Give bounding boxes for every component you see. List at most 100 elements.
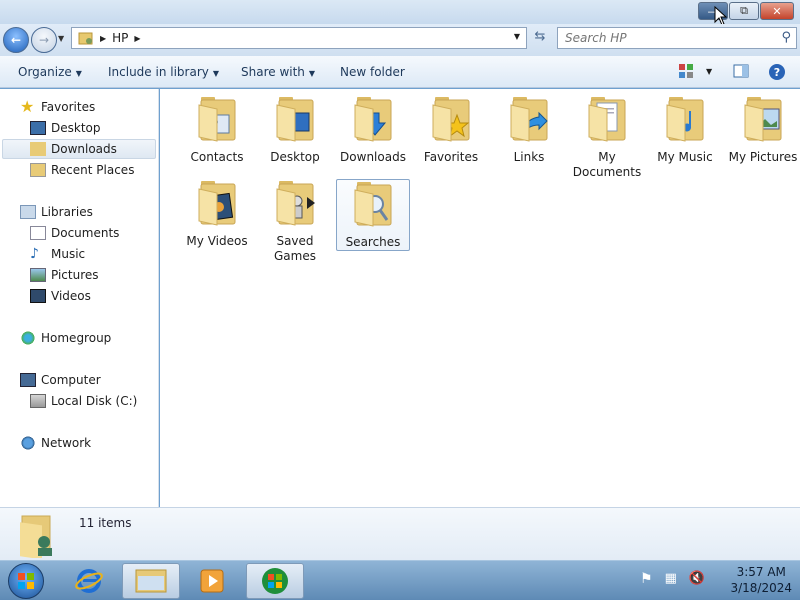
network-icon <box>20 436 36 450</box>
nav-pictures-label: Pictures <box>51 268 99 282</box>
action-center-flag-icon[interactable]: ⚑ <box>640 571 653 587</box>
nav-computer-label: Computer <box>41 373 101 387</box>
desktop-icon <box>30 121 46 135</box>
star-icon: ★ <box>20 97 35 116</box>
file-list: Contacts Desktop Downloads Favorites Links My… <box>160 89 800 507</box>
folder-item-downloads[interactable]: Downloads <box>336 95 410 165</box>
nav-desktop-label: Desktop <box>51 121 101 135</box>
chevron-down-icon: ▼ <box>212 69 220 78</box>
nav-documents-label: Documents <box>51 226 120 240</box>
include-in-library-button[interactable]: Include in library ▼ <box>108 65 219 79</box>
links-icon <box>510 97 548 142</box>
nav-downloads[interactable]: Downloads <box>2 139 156 159</box>
view-dropdown-icon[interactable]: ▼ <box>706 67 712 76</box>
recent-pages-dropdown[interactable]: ▼ <box>58 34 64 43</box>
nav-recent-places[interactable]: Recent Places <box>30 160 134 180</box>
preview-pane-button[interactable] <box>733 63 749 79</box>
nav-network[interactable]: Network <box>20 433 91 453</box>
folder-item-contacts[interactable]: Contacts <box>180 95 254 165</box>
nav-libraries[interactable]: Libraries <box>20 202 93 222</box>
taskbar-media-player[interactable] <box>184 563 242 599</box>
details-pane: 11 items <box>0 507 800 560</box>
include-in-library-label: Include in library <box>108 65 209 79</box>
volume-muted-icon[interactable]: 🔇 <box>689 571 705 587</box>
organize-button[interactable]: Organize ▼ <box>18 65 82 79</box>
back-button[interactable]: ← <box>3 27 29 53</box>
recent-places-icon <box>30 163 46 177</box>
media-player-icon <box>200 569 224 593</box>
start-button[interactable] <box>8 563 44 599</box>
svg-text:?: ? <box>774 66 780 79</box>
forward-button[interactable]: → <box>31 27 57 53</box>
help-icon: ? <box>769 64 785 80</box>
navigation-pane: ★ Favorites Desktop Downloads Recent Pla… <box>0 89 159 507</box>
user-folder-icon <box>20 515 52 558</box>
network-status-icon[interactable]: ▦ <box>665 571 677 587</box>
folder-item-label: My Music <box>657 150 713 164</box>
organize-label: Organize <box>18 65 72 79</box>
windows-logo-icon <box>18 573 34 589</box>
nav-favorites[interactable]: ★ Favorites <box>20 97 95 117</box>
new-folder-button[interactable]: New folder <box>340 65 405 79</box>
nav-music[interactable]: ♪ Music <box>30 244 85 264</box>
nav-local-disk[interactable]: Local Disk (C:) <box>30 391 137 411</box>
folder-item-label: Desktop <box>270 150 320 164</box>
nav-homegroup[interactable]: Homegroup <box>20 328 111 348</box>
folder-item-links[interactable]: Links <box>492 95 566 165</box>
address-dropdown-icon[interactable]: ▼ <box>514 32 520 41</box>
computer-icon <box>20 373 36 387</box>
breadcrumb-hp[interactable]: HP <box>112 31 128 45</box>
nav-documents[interactable]: Documents <box>30 223 119 243</box>
mouse-cursor-icon <box>714 6 728 26</box>
close-button[interactable]: ✕ <box>760 2 794 20</box>
search-icon[interactable]: ⚲ <box>781 30 791 45</box>
preview-pane-icon <box>733 64 749 78</box>
folder-item-label: My Videos <box>186 234 248 248</box>
drive-icon <box>30 394 46 408</box>
refresh-icon[interactable]: ⇆ <box>530 29 550 47</box>
nav-computer[interactable]: Computer <box>20 370 101 390</box>
nav-videos-label: Videos <box>51 289 91 303</box>
folder-item-label: My Pictures <box>728 150 798 164</box>
taskbar-internet-explorer[interactable] <box>60 563 118 599</box>
taskbar-windows-explorer[interactable] <box>122 563 180 599</box>
folder-item-desktop[interactable]: Desktop <box>258 95 332 165</box>
folder-item-saved-games[interactable]: Saved Games <box>258 179 332 264</box>
breadcrumb-chevron-icon[interactable]: ▶ <box>100 34 106 43</box>
nav-desktop[interactable]: Desktop <box>30 118 101 138</box>
taskbar: ⚑ ▦ 🔇 3:57 AM 3/18/2024 <box>0 560 800 600</box>
nav-local-disk-label: Local Disk (C:) <box>51 394 138 408</box>
libraries-icon <box>20 205 36 219</box>
internet-explorer-icon <box>75 569 103 593</box>
address-bar[interactable]: ▶ HP ▶ ▼ <box>71 27 527 49</box>
nav-pictures[interactable]: Pictures <box>30 265 99 285</box>
address-row: ← → ▼ ▶ HP ▶ ▼ ⇆ ⚲ <box>0 24 800 56</box>
clock[interactable]: 3:57 AM 3/18/2024 <box>730 564 792 596</box>
folder-item-my-videos[interactable]: My Videos <box>180 179 254 249</box>
folder-item-label: Contacts <box>190 150 244 164</box>
folder-item-my-documents[interactable]: My Documents <box>570 95 644 180</box>
maximize-button[interactable]: ⧉ <box>729 2 759 20</box>
folder-item-my-pictures[interactable]: My Pictures <box>726 95 800 165</box>
search-box[interactable]: ⚲ <box>557 27 797 49</box>
change-view-button[interactable]: ▼ <box>678 63 712 79</box>
help-button[interactable]: ? <box>768 63 786 81</box>
folder-item-label: Saved Games <box>274 234 316 263</box>
my-videos-icon <box>198 181 236 226</box>
downloads-icon <box>354 97 392 142</box>
folder-item-label: Downloads <box>340 150 406 164</box>
back-arrow-icon: ← <box>10 33 22 47</box>
chevron-down-icon: ▼ <box>308 69 316 78</box>
nav-videos[interactable]: Videos <box>30 286 91 306</box>
folder-item-favorites[interactable]: Favorites <box>414 95 488 165</box>
folder-item-my-music[interactable]: My Music <box>648 95 722 165</box>
share-with-button[interactable]: Share with ▼ <box>241 65 315 79</box>
folder-item-searches[interactable]: Searches <box>336 179 410 251</box>
nav-homegroup-label: Homegroup <box>41 331 112 345</box>
favorites-icon <box>432 97 470 142</box>
taskbar-windows-logo-app[interactable] <box>246 563 304 599</box>
nav-music-label: Music <box>51 247 86 261</box>
breadcrumb-chevron-icon[interactable]: ▶ <box>134 34 140 43</box>
search-input[interactable] <box>565 31 765 45</box>
homegroup-icon <box>20 331 36 345</box>
